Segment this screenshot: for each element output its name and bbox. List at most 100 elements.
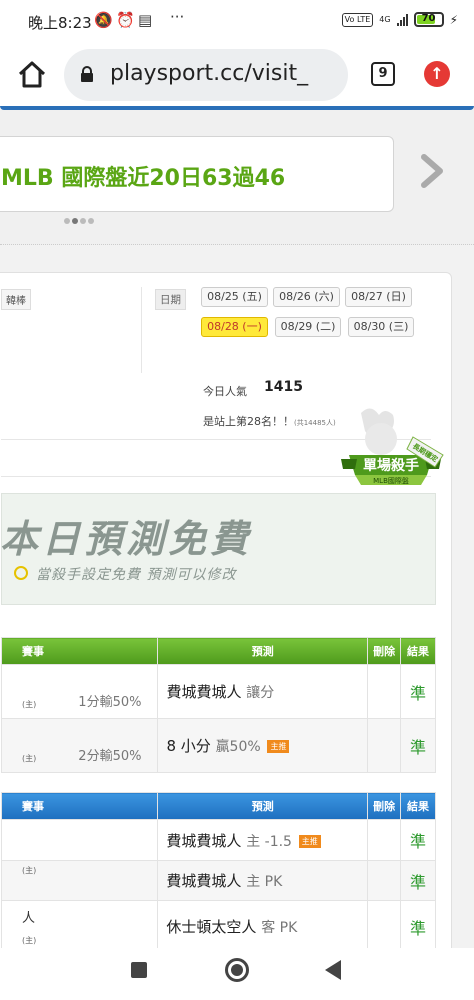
home-marker: (主) bbox=[22, 866, 37, 875]
loss-rule: 2分輸50% bbox=[78, 749, 142, 764]
free-title: 本日預測免費 bbox=[0, 517, 253, 561]
chevron-right-icon[interactable] bbox=[414, 151, 450, 191]
volte-icon: Vo LTE bbox=[341, 12, 374, 27]
header-prediction: 預測 bbox=[157, 792, 369, 820]
battery-level: 70 bbox=[421, 13, 436, 24]
header-event: 賽事 bbox=[0, 637, 159, 665]
free-subtitle: 當殺手設定免費 預測可以修改 bbox=[36, 567, 237, 583]
tab-switcher-button[interactable]: 9 bbox=[371, 62, 395, 86]
date-button[interactable]: 08/29 (二) bbox=[275, 317, 341, 337]
category-tag[interactable]: 韓棒 bbox=[1, 289, 31, 310]
table-row: 費城費城人 主 -1.5 主推 準 bbox=[0, 819, 436, 861]
carousel-dot-active bbox=[72, 218, 78, 224]
network-type: 4G bbox=[379, 15, 391, 24]
prediction-table-green: 賽事 預測 刪除 結果 (主) 1分輸50% 費城費城人 讓分 準 (主) 2分… bbox=[0, 637, 436, 773]
date-button[interactable]: 08/25 (五) bbox=[201, 287, 268, 307]
pick-team: 費城費城人 bbox=[166, 683, 242, 701]
result-cell: 準 bbox=[400, 664, 436, 719]
pick-type: 客 PK bbox=[261, 920, 298, 936]
delete-cell bbox=[367, 860, 402, 901]
pick-team: 費城費城人 bbox=[166, 831, 242, 850]
rank-text: 是站上第28名！！(共14485人) bbox=[203, 413, 336, 429]
prediction-cell: 費城費城人 主 PK bbox=[157, 860, 369, 901]
result-cell: 準 bbox=[400, 718, 436, 773]
date-button[interactable]: 08/27 (日) bbox=[345, 287, 412, 307]
pick-team: 8 小分 bbox=[166, 737, 211, 755]
back-icon[interactable] bbox=[325, 960, 341, 980]
prediction-cell: 費城費城人 主 -1.5 主推 bbox=[157, 819, 369, 861]
battery-icon: 70 bbox=[413, 12, 444, 27]
delete-cell bbox=[367, 900, 402, 948]
header-delete: 刪除 bbox=[367, 637, 402, 665]
status-bar: 晚上8:23 🔕 ⏰ ▤ ··· Vo LTE 4G 70 ⚡ bbox=[0, 0, 474, 44]
table-row: (主) 費城費城人 主 PK 準 bbox=[0, 860, 436, 901]
address-bar[interactable]: playsport.cc/visit_ bbox=[64, 49, 348, 101]
event-cell: 人 (主) bbox=[0, 900, 159, 948]
profile-panel: 韓棒 日期 08/25 (五) 08/26 (六) 08/27 (日) 08/2… bbox=[0, 272, 452, 948]
header-delete: 刪除 bbox=[367, 792, 402, 820]
free-prediction-box: 本日預測免費 當殺手設定免費 預測可以修改 bbox=[0, 493, 436, 605]
date-button[interactable]: 08/26 (六) bbox=[273, 287, 340, 307]
prediction-cell: 費城費城人 讓分 bbox=[157, 664, 369, 719]
carousel-dot bbox=[64, 218, 70, 224]
status-time: 晚上8:23 bbox=[28, 14, 92, 32]
recents-icon[interactable] bbox=[131, 962, 147, 978]
loss-rule: 1分輸50% bbox=[78, 695, 142, 710]
lock-icon bbox=[81, 66, 93, 82]
event-name: 人 bbox=[22, 911, 36, 926]
notification-muted-icon: 🔕 bbox=[94, 11, 113, 29]
home-marker: (主) bbox=[22, 700, 37, 709]
banner-text: MLB 國際盤近20日63過46 bbox=[1, 166, 286, 191]
delete-cell bbox=[367, 819, 402, 861]
home-marker: (主) bbox=[22, 754, 37, 763]
home-circle-icon[interactable] bbox=[225, 958, 249, 982]
killer-badge-icon: 單場殺手 MLB國際盤 長期穩定 bbox=[341, 408, 444, 485]
result-cell: 準 bbox=[400, 860, 436, 901]
popularity-label: 今日人氣 bbox=[203, 385, 247, 398]
featured-tag: 主推 bbox=[267, 740, 290, 753]
header-result: 結果 bbox=[400, 792, 436, 820]
delete-cell bbox=[367, 664, 402, 719]
signal-icon bbox=[396, 13, 408, 26]
table-header-row: 賽事 預測 刪除 結果 bbox=[0, 637, 436, 665]
rank-value: 是站上第28名！！ bbox=[203, 415, 294, 428]
header-prediction: 預測 bbox=[157, 637, 369, 665]
badge-title: 單場殺手 bbox=[363, 457, 419, 474]
record-banner[interactable]: MLB 國際盤近20日63過46 bbox=[0, 136, 394, 212]
header-event: 賽事 bbox=[0, 792, 159, 820]
url-text: playsport.cc/visit_ bbox=[110, 61, 309, 86]
charging-icon: ⚡ bbox=[449, 12, 458, 27]
result-cell: 準 bbox=[400, 819, 436, 861]
delete-cell bbox=[367, 718, 402, 773]
table-row: (主) 1分輸50% 費城費城人 讓分 準 bbox=[0, 664, 436, 719]
prediction-cell: 8 小分 贏50% 主推 bbox=[157, 718, 369, 773]
result-cell: 準 bbox=[400, 900, 436, 948]
pick-type: 讓分 bbox=[246, 685, 275, 701]
pick-team: 休士頓太空人 bbox=[166, 918, 257, 936]
alarm-icon: ⏰ bbox=[116, 11, 135, 29]
table-row: (主) 2分輸50% 8 小分 贏50% 主推 準 bbox=[0, 718, 436, 773]
carousel-dots bbox=[64, 218, 94, 224]
bulb-icon bbox=[14, 566, 28, 580]
home-icon[interactable] bbox=[16, 59, 48, 91]
event-cell: (主) 2分輸50% bbox=[0, 718, 159, 773]
featured-tag: 主推 bbox=[298, 834, 321, 848]
table-header-row: 賽事 預測 刪除 結果 bbox=[0, 792, 436, 820]
update-icon[interactable]: ↑ bbox=[424, 61, 450, 87]
pick-team: 費城費城人 bbox=[166, 872, 242, 890]
pick-type: 主 -1.5 bbox=[246, 833, 292, 850]
event-cell: (主) 1分輸50% bbox=[0, 664, 159, 719]
prediction-cell: 休士頓太空人 客 PK bbox=[157, 900, 369, 948]
browser-toolbar: playsport.cc/visit_ 9 ↑ bbox=[0, 44, 474, 106]
divider bbox=[141, 287, 142, 373]
news-icon: ▤ bbox=[138, 11, 153, 29]
system-nav-bar bbox=[0, 948, 474, 1000]
table-row: 人 (主) 休士頓太空人 客 PK 準 bbox=[0, 900, 436, 948]
home-marker: (主) bbox=[22, 936, 37, 945]
web-page: MLB 國際盤近20日63過46 韓棒 日期 08/25 (五) 08/26 (… bbox=[0, 106, 474, 948]
pick-type: 贏50% bbox=[215, 739, 261, 755]
date-button-selected[interactable]: 08/28 (一) bbox=[201, 317, 268, 337]
date-button[interactable]: 08/30 (三) bbox=[348, 317, 414, 337]
popularity-value: 1415 bbox=[264, 379, 303, 395]
pick-type: 主 PK bbox=[246, 874, 283, 890]
